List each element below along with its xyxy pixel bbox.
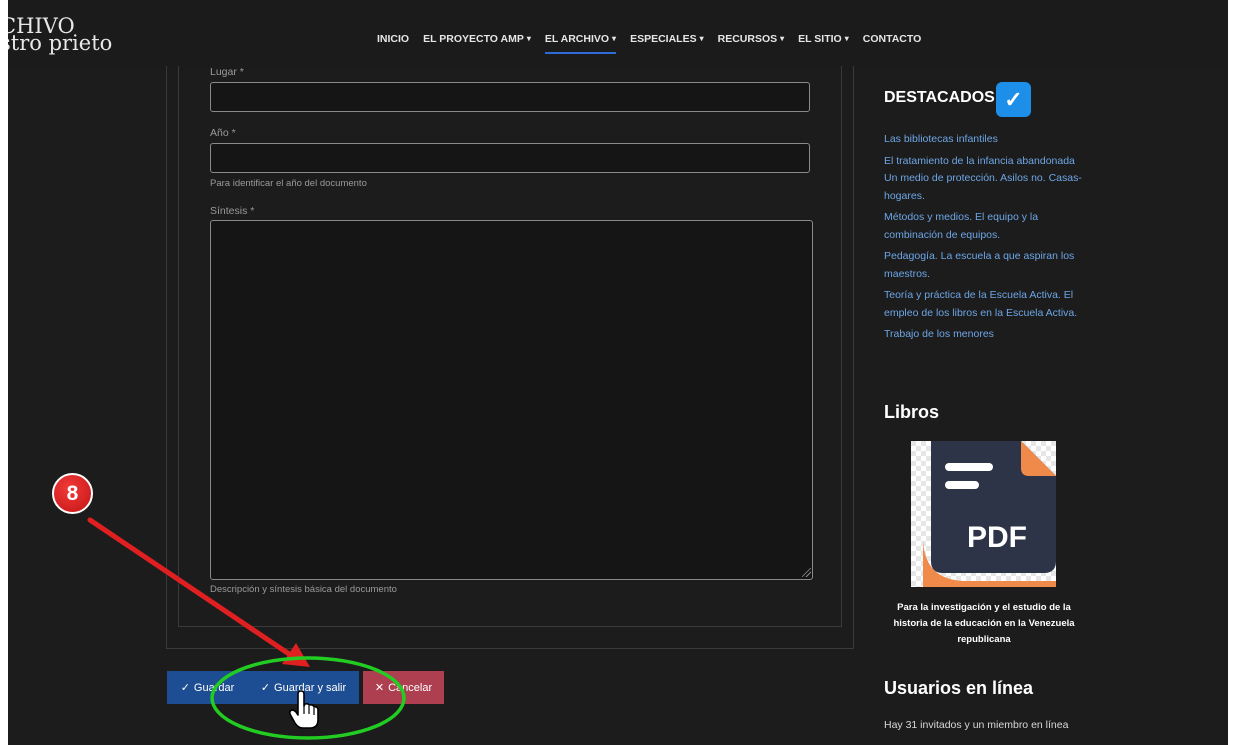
sintesis-hint: Descripción y síntesis básica del docume… bbox=[210, 584, 397, 595]
destacados-link[interactable]: Trabajo de los menores bbox=[884, 326, 1084, 344]
usuarios-heading: Usuarios en línea bbox=[884, 678, 1034, 698]
anio-hint: Para identificar el año del documento bbox=[210, 178, 367, 189]
chevron-down-icon: ▾ bbox=[844, 34, 849, 43]
nav-item-inicio[interactable]: INICIO bbox=[370, 33, 416, 45]
anio-input[interactable] bbox=[210, 143, 810, 173]
destacados-link[interactable]: Métodos y medios. El equipo y la combina… bbox=[884, 209, 1084, 244]
lugar-input[interactable] bbox=[210, 82, 810, 112]
nav-item-recursos[interactable]: RECURSOS ▾ bbox=[711, 33, 792, 45]
nav-item-el-proyecto-amp[interactable]: EL PROYECTO AMP ▾ bbox=[416, 33, 538, 45]
main-nav: INICIO EL PROYECTO AMP ▾ EL ARCHIVO ▾ ESPE… bbox=[370, 33, 929, 54]
chevron-down-icon: ▾ bbox=[780, 34, 785, 43]
destacados-list: Las bibliotecas infantiles El tratamient… bbox=[884, 131, 1084, 348]
chevron-down-icon: ▾ bbox=[612, 34, 617, 43]
destacados-link[interactable]: El tratamiento de la infancia abandonada… bbox=[884, 153, 1084, 206]
sintesis-textarea[interactable] bbox=[210, 220, 813, 580]
step-number-badge: 8 bbox=[52, 473, 93, 514]
nav-item-contacto[interactable]: CONTACTO bbox=[856, 33, 929, 45]
pointer-hand-icon bbox=[288, 690, 319, 729]
usuarios-online-text: Hay 31 invitados y un miembro en línea bbox=[884, 719, 1069, 731]
anio-label: Año * bbox=[210, 127, 236, 139]
nav-item-especiales[interactable]: ESPECIALES ▾ bbox=[623, 33, 711, 45]
chevron-down-icon: ▾ bbox=[526, 34, 531, 43]
pdf-book-icon[interactable]: PDF bbox=[911, 441, 1056, 587]
nav-item-el-archivo[interactable]: EL ARCHIVO ▾ bbox=[538, 33, 623, 54]
check-badge-icon: ✓ bbox=[996, 82, 1031, 117]
destacados-link[interactable]: Pedagogía. La escuela a que aspiran los … bbox=[884, 248, 1084, 283]
destacados-link[interactable]: Las bibliotecas infantiles bbox=[884, 131, 1084, 149]
page-screen: CHIVO stro prieto INICIO EL PROYECTO AMP… bbox=[8, 0, 1228, 745]
site-logo[interactable]: CHIVO stro prieto bbox=[8, 16, 113, 55]
check-icon: ✓ bbox=[180, 682, 190, 694]
cancel-button-label: Cancelar bbox=[388, 681, 433, 694]
logo-line-2: stro prieto bbox=[8, 31, 113, 55]
resize-handle-icon[interactable] bbox=[802, 568, 811, 577]
sintesis-label: Síntesis * bbox=[210, 205, 255, 217]
close-icon: ✕ bbox=[374, 682, 385, 694]
libros-heading: Libros bbox=[884, 402, 940, 422]
destacados-heading: DESTACADOS bbox=[884, 89, 995, 106]
site-header: CHIVO stro prieto INICIO EL PROYECTO AMP… bbox=[8, 0, 1228, 70]
chevron-down-icon: ▾ bbox=[699, 34, 704, 43]
destacados-link[interactable]: Teoría y práctica de la Escuela Activa. … bbox=[884, 287, 1084, 322]
libros-caption[interactable]: Para la investigación y el estudio de la… bbox=[884, 600, 1084, 648]
pdf-label: PDF bbox=[967, 521, 1027, 554]
save-button-label: Guardar bbox=[193, 681, 235, 694]
cancel-button[interactable]: ✕ Cancelar bbox=[363, 671, 444, 704]
lugar-label: Lugar * bbox=[210, 66, 244, 78]
check-icon: ✓ bbox=[260, 682, 271, 694]
save-button[interactable]: ✓ Guardar bbox=[167, 671, 248, 704]
nav-item-el-sitio[interactable]: EL SITIO ▾ bbox=[791, 33, 856, 45]
